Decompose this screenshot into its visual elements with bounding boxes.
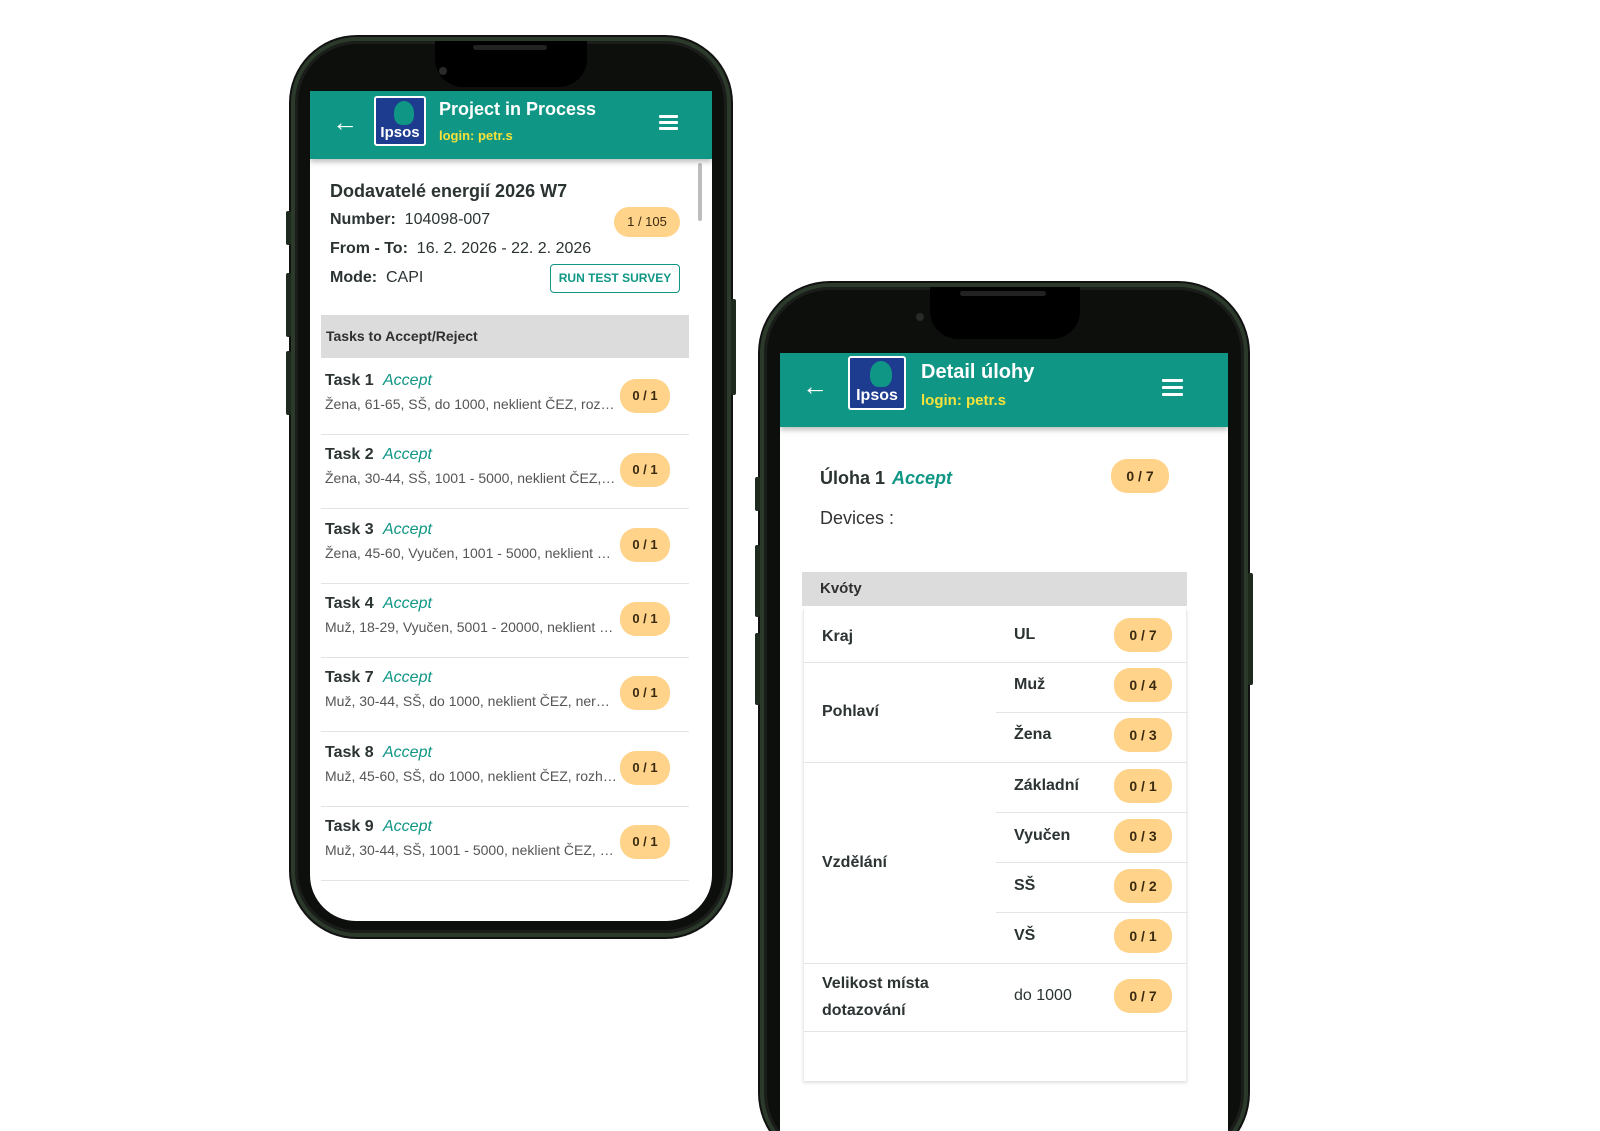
task-count-badge: 0 / 1 — [620, 527, 670, 562]
quota-count-badge: 0 / 3 — [1114, 819, 1172, 853]
task-detail-title: Úloha 1 — [820, 468, 886, 488]
task-row[interactable]: Task 9 Accept Muž, 30-44, SŠ, 1001 - 500… — [321, 807, 689, 881]
devices-label: Devices : — [820, 508, 895, 528]
mockup-stage: ← Ipsos Project in Process login: petr.s… — [0, 0, 1600, 1131]
task-description: Muž, 30-44, SŠ, 1001 - 5000, neklient ČE… — [325, 841, 617, 858]
task-row[interactable]: Task 3 Accept Žena, 45-60, Vyučen, 1001 … — [321, 510, 689, 584]
task-accept-link[interactable]: Accept — [383, 446, 432, 464]
tasks-section-header: Tasks to Accept/Reject — [321, 315, 689, 358]
task-detail-count-badge: 0 / 7 — [1111, 459, 1169, 493]
quota-category-pohlavi: Pohlaví — [822, 703, 879, 720]
hamburger-menu-icon[interactable] — [659, 115, 678, 130]
task-row[interactable]: Task 1 Accept Žena, 61-65, SŠ, do 1000, … — [321, 361, 689, 435]
login-label: login: petr.s — [921, 392, 1007, 409]
task-count-badge: 0 / 1 — [620, 824, 670, 859]
arrow-left-icon[interactable]: ← — [802, 373, 828, 399]
task-title: Task 1 — [325, 372, 374, 389]
task-description: Žena, 61-65, SŠ, do 1000, neklient ČEZ, … — [325, 396, 617, 412]
task-row[interactable]: Task 7 Accept Muž, 30-44, SŠ, do 1000, n… — [321, 658, 689, 733]
task-description: Muž, 30-44, SŠ, do 1000, neklient ČEZ, n… — [325, 693, 617, 710]
right-screen: ← Ipsos Detail úlohy login: petr.s Úloha… — [780, 353, 1228, 1131]
quota-category-kraj: Kraj — [822, 628, 854, 645]
quota-value: Základní — [1014, 777, 1079, 794]
task-count-badge: 0 / 1 — [620, 379, 670, 413]
arrow-left-icon[interactable]: ← — [332, 109, 358, 135]
app-bar: ← Ipsos Project in Process login: petr.s — [310, 91, 712, 159]
task-count-badge: 0 / 1 — [620, 453, 670, 488]
phone-volume-down — [286, 351, 291, 415]
task-accept-link[interactable]: Accept — [383, 521, 432, 539]
hamburger-menu-icon[interactable] — [1162, 379, 1183, 396]
project-title: Dodavatelé energií 2026 W7 — [330, 181, 568, 201]
task-accept-link[interactable]: Accept — [383, 595, 432, 613]
run-test-survey-button[interactable]: RUN TEST SURVEY — [550, 264, 680, 293]
quota-value: Muž — [1014, 676, 1046, 693]
app-bar-title: Project in Process — [439, 99, 597, 119]
app-bar-title: Detail úlohy — [921, 361, 1035, 383]
quota-count-badge: 0 / 2 — [1114, 869, 1172, 903]
phone-speaker — [960, 291, 1046, 296]
task-description: Muž, 18-29, Vyučen, 5001 - 20000, neklie… — [325, 618, 617, 635]
task-row[interactable]: Task 4 Accept Muž, 18-29, Vyučen, 5001 -… — [321, 584, 689, 658]
project-mode: Mode: CAPI — [330, 269, 424, 286]
task-title: Task 3 — [325, 520, 374, 538]
task-accept-link[interactable]: Accept — [383, 372, 432, 390]
quota-table: Kraj Pohlaví Vzdělání Velikost místa dot… — [803, 609, 1188, 1081]
quota-value: VŠ — [1014, 927, 1036, 944]
quota-count-badge: 0 / 1 — [1114, 919, 1172, 953]
left-screen: ← Ipsos Project in Process login: petr.s… — [310, 91, 712, 921]
task-count-badge: 0 / 1 — [620, 676, 670, 711]
ipsos-logo: Ipsos — [374, 96, 426, 146]
task-count-badge: 0 / 1 — [620, 750, 670, 785]
quota-value: Vyučen — [1014, 827, 1071, 844]
task-title: Task 2 — [325, 446, 374, 464]
task-accept-link[interactable]: Accept — [383, 669, 432, 687]
quota-value: SŠ — [1014, 877, 1036, 894]
right-phone: ← Ipsos Detail úlohy login: petr.s Úloha… — [755, 283, 1253, 1131]
front-camera — [439, 67, 447, 75]
project-progress-badge: 1 / 105 — [614, 207, 680, 237]
ipsos-logo: Ipsos — [848, 356, 906, 410]
front-camera — [916, 313, 924, 321]
left-phone: ← Ipsos Project in Process login: petr.s… — [286, 37, 736, 937]
project-from-to: From - To: 16. 2. 2026 - 22. 2. 2026 — [330, 240, 592, 257]
project-info: Dodavatelé energií 2026 W7 Number: 10409… — [330, 181, 690, 293]
app-bar: ← Ipsos Detail úlohy login: petr.s — [780, 353, 1228, 427]
phone-volume-down — [755, 633, 760, 705]
quota-count-badge: 0 / 3 — [1114, 718, 1172, 752]
phone-side-button — [286, 211, 291, 245]
task-row[interactable]: Task 8 Accept Muž, 45-60, SŠ, do 1000, n… — [321, 733, 689, 807]
task-title: Task 7 — [325, 669, 374, 687]
quota-count-badge: 0 / 7 — [1114, 618, 1172, 652]
quota-category-vzdelani: Vzdělání — [822, 854, 887, 871]
quota-count-badge: 0 / 4 — [1114, 668, 1172, 702]
task-title: Task 4 — [325, 594, 374, 612]
task-title: Task 8 — [325, 743, 374, 761]
project-number: Number: 104098-007 — [330, 211, 491, 228]
phone-volume-up — [286, 273, 291, 337]
quota-count-badge: 0 / 7 — [1114, 979, 1172, 1013]
task-detail-status[interactable]: Accept — [892, 468, 952, 489]
quotas-section-header: Kvóty — [802, 572, 1187, 606]
task-accept-link[interactable]: Accept — [383, 744, 432, 762]
task-description: Žena, 45-60, Vyučen, 1001 - 5000, neklie… — [325, 544, 617, 561]
task-count-badge: 0 / 1 — [620, 601, 670, 636]
task-accept-link[interactable]: Accept — [383, 818, 432, 836]
quota-value: Žena — [1014, 726, 1052, 743]
phone-speaker — [473, 45, 547, 50]
task-title: Task 9 — [325, 817, 374, 835]
task-row[interactable]: Task 2 Accept Žena, 30-44, SŠ, 1001 - 50… — [321, 435, 689, 510]
phone-volume-up — [755, 545, 760, 617]
phone-power-button — [1248, 573, 1253, 685]
quota-count-badge: 0 / 1 — [1114, 769, 1172, 803]
quota-value: UL — [1014, 626, 1036, 643]
login-label: login: petr.s — [439, 128, 513, 143]
task-description: Žena, 30-44, SŠ, 1001 - 5000, neklient Č… — [325, 470, 617, 487]
quota-value: do 1000 — [1014, 987, 1072, 1004]
phone-side-button — [755, 477, 760, 511]
scrollbar[interactable] — [698, 163, 702, 221]
task-description: Muž, 45-60, SŠ, do 1000, neklient ČEZ, r… — [325, 767, 617, 784]
quota-category-velikost: Velikost místa dotazování — [822, 975, 929, 1019]
phone-power-button — [731, 299, 736, 395]
